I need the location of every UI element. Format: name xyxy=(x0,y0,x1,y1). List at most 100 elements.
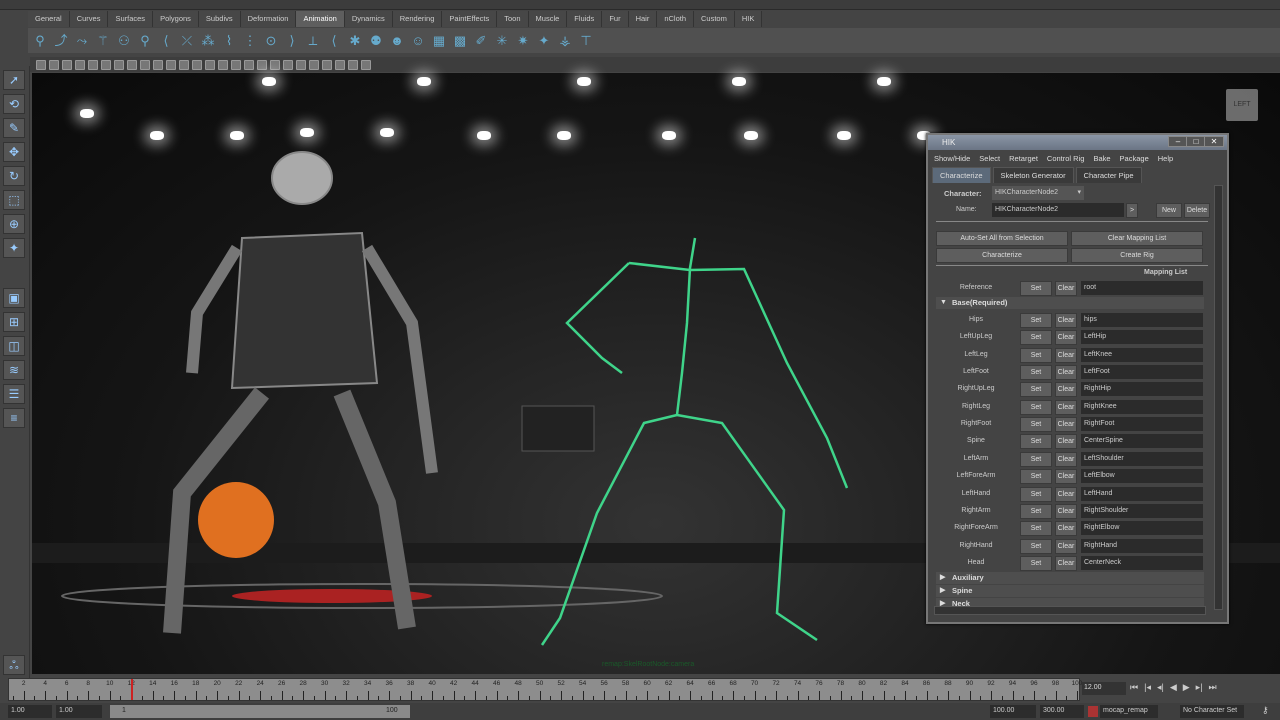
clear-button[interactable]: Clear xyxy=(1055,486,1077,502)
clear-button[interactable]: Clear xyxy=(1055,417,1077,433)
shelf-tool-icon[interactable]: ⌇ xyxy=(221,33,237,49)
shelf-tool-icon[interactable]: ⚇ xyxy=(116,33,132,49)
set-button[interactable]: Set xyxy=(1020,347,1052,363)
hik-tab-characterize[interactable]: Characterize xyxy=(932,167,991,183)
panel-toolbar-icon[interactable] xyxy=(270,59,280,70)
panel-toolbar-icon[interactable] xyxy=(49,59,59,70)
last-tool-icon[interactable]: ✦ xyxy=(3,238,25,258)
panel-toolbar-icon[interactable] xyxy=(153,59,163,70)
panel-toolbar-icon[interactable] xyxy=(140,59,150,70)
hik-tab-skeleton-generator[interactable]: Skeleton Generator xyxy=(992,167,1074,183)
panel-toolbar-icon[interactable] xyxy=(88,59,98,70)
panel-toolbar-icon[interactable] xyxy=(75,59,85,70)
horizontal-scrollbar[interactable] xyxy=(934,606,1206,615)
character-dropdown[interactable]: HIKCharacterNode2 ▾ xyxy=(992,186,1084,200)
name-arrow-button[interactable]: > xyxy=(1126,203,1138,218)
joint-field[interactable]: CenterNeck xyxy=(1081,555,1203,570)
set-button[interactable]: Set xyxy=(1020,330,1052,346)
set-button[interactable]: Set xyxy=(1020,382,1052,398)
name-input[interactable]: HIKCharacterNode2 xyxy=(992,203,1124,217)
shelf-tab-dynamics[interactable]: Dynamics xyxy=(344,11,393,27)
shelf-tool-icon[interactable]: ⚉ xyxy=(368,33,384,49)
clear-button[interactable]: Clear xyxy=(1055,451,1077,467)
hik-tab-character-pipe[interactable]: Character Pipe xyxy=(1075,167,1142,183)
shelf-tool-icon[interactable]: ✐ xyxy=(473,33,489,49)
shelf-tool-icon[interactable]: ✳ xyxy=(494,33,510,49)
clear-button[interactable]: Clear xyxy=(1055,330,1077,346)
set-button[interactable]: Set xyxy=(1020,555,1052,571)
playback-end-field[interactable]: 100.00 xyxy=(990,705,1036,718)
panel-toolbar-icon[interactable] xyxy=(192,59,202,70)
panel-toolbar-icon[interactable] xyxy=(166,59,176,70)
set-button[interactable]: Set xyxy=(1020,521,1052,537)
joint-field[interactable]: RightShoulder xyxy=(1081,503,1203,518)
joint-field[interactable]: RightKnee xyxy=(1081,399,1203,414)
clear-button[interactable]: Clear xyxy=(1055,313,1077,328)
shelf-tool-icon[interactable]: ☻ xyxy=(389,33,405,49)
clear-button[interactable]: Clear xyxy=(1055,365,1077,381)
layout-graph-icon[interactable]: ≋ xyxy=(3,360,25,380)
go-to-end-icon[interactable]: ⏭ xyxy=(1209,682,1217,693)
set-button[interactable]: Set xyxy=(1020,451,1052,467)
set-button[interactable]: Set xyxy=(1020,399,1052,415)
clear-button[interactable]: Clear xyxy=(1055,538,1077,554)
shelf-tab-surfaces[interactable]: Surfaces xyxy=(108,11,154,27)
set-button[interactable]: Set xyxy=(1020,417,1052,433)
paint-select-icon[interactable]: ✎ xyxy=(3,118,25,138)
key-icon[interactable]: ⚷ xyxy=(1262,705,1269,716)
joint-field[interactable]: RightHip xyxy=(1081,382,1203,397)
step-back-icon[interactable]: ◂| xyxy=(1157,682,1164,693)
shelf-tool-icon[interactable]: ⚶ xyxy=(557,33,573,49)
joint-field[interactable]: LeftHand xyxy=(1081,486,1203,501)
shelf-tab-animation[interactable]: Animation xyxy=(296,11,345,27)
shelf-tool-icon[interactable]: ⚚ xyxy=(95,33,111,49)
shelf-tool-icon[interactable]: ⚲ xyxy=(32,33,48,49)
shelf-tab-rendering[interactable]: Rendering xyxy=(392,11,443,27)
panel-toolbar-icon[interactable] xyxy=(348,59,358,70)
shelf-tool-icon[interactable]: ⋮ xyxy=(242,33,258,49)
reference-set-button[interactable]: Set xyxy=(1020,281,1052,296)
shelf-tool-icon[interactable]: ✦ xyxy=(536,33,552,49)
joint-field[interactable]: LeftElbow xyxy=(1081,469,1203,484)
hik-menu-help[interactable]: Help xyxy=(1158,154,1173,163)
panel-toolbar-icon[interactable] xyxy=(283,59,293,70)
set-button[interactable]: Set xyxy=(1020,503,1052,519)
close-icon[interactable]: ✕ xyxy=(1204,136,1224,147)
shelf-tab-fluids[interactable]: Fluids xyxy=(567,11,603,27)
shelf-tool-icon[interactable]: ⟂ xyxy=(305,33,321,49)
clear-button[interactable]: Clear xyxy=(1055,347,1077,363)
panel-toolbar-icon[interactable] xyxy=(309,59,319,70)
joint-field[interactable]: LeftHip xyxy=(1081,330,1203,345)
panel-toolbar-icon[interactable] xyxy=(257,59,267,70)
shelf-tab-fur[interactable]: Fur xyxy=(602,11,629,27)
scale-tool-icon[interactable]: ⬚ xyxy=(3,190,25,210)
panel-toolbar-icon[interactable] xyxy=(335,59,345,70)
hik-menu-select[interactable]: Select xyxy=(979,154,1000,163)
panel-toolbar-icon[interactable] xyxy=(127,59,137,70)
auto-set-button[interactable]: Auto-Set All from Selection xyxy=(936,231,1068,246)
layout-dope-icon[interactable]: ≡ xyxy=(3,408,25,428)
panel-toolbar-icon[interactable] xyxy=(244,59,254,70)
maximize-icon[interactable]: □ xyxy=(1186,136,1206,147)
shelf-tool-icon[interactable]: ⊤ xyxy=(578,33,594,49)
shelf-tab-hik[interactable]: HIK xyxy=(734,11,763,27)
layout-single-icon[interactable]: ▣ xyxy=(3,288,25,308)
section-auxiliary[interactable]: ▶ Auxiliary xyxy=(936,572,1204,584)
clear-button[interactable]: Clear xyxy=(1055,399,1077,415)
joint-field[interactable]: LeftShoulder xyxy=(1081,451,1203,466)
panel-toolbar-icon[interactable] xyxy=(205,59,215,70)
shelf-tab-painteffects[interactable]: PaintEffects xyxy=(442,11,498,27)
layout-outliner-icon[interactable]: ☰ xyxy=(3,384,25,404)
panel-toolbar-icon[interactable] xyxy=(218,59,228,70)
hik-menu-bake[interactable]: Bake xyxy=(1093,154,1110,163)
reference-field[interactable]: root xyxy=(1081,281,1203,295)
anim-layer-field[interactable]: mocap_remap xyxy=(1100,705,1158,718)
clear-mapping-button[interactable]: Clear Mapping List xyxy=(1071,231,1203,246)
characterize-button[interactable]: Characterize xyxy=(936,248,1068,263)
shelf-tab-general[interactable]: General xyxy=(28,11,70,27)
step-forward-icon[interactable]: ▸| xyxy=(1196,682,1203,693)
joint-field[interactable]: CenterSpine xyxy=(1081,434,1203,449)
select-tool-icon[interactable]: ➚ xyxy=(3,70,25,90)
clear-button[interactable]: Clear xyxy=(1055,434,1077,450)
hik-menu-control-rig[interactable]: Control Rig xyxy=(1047,154,1085,163)
